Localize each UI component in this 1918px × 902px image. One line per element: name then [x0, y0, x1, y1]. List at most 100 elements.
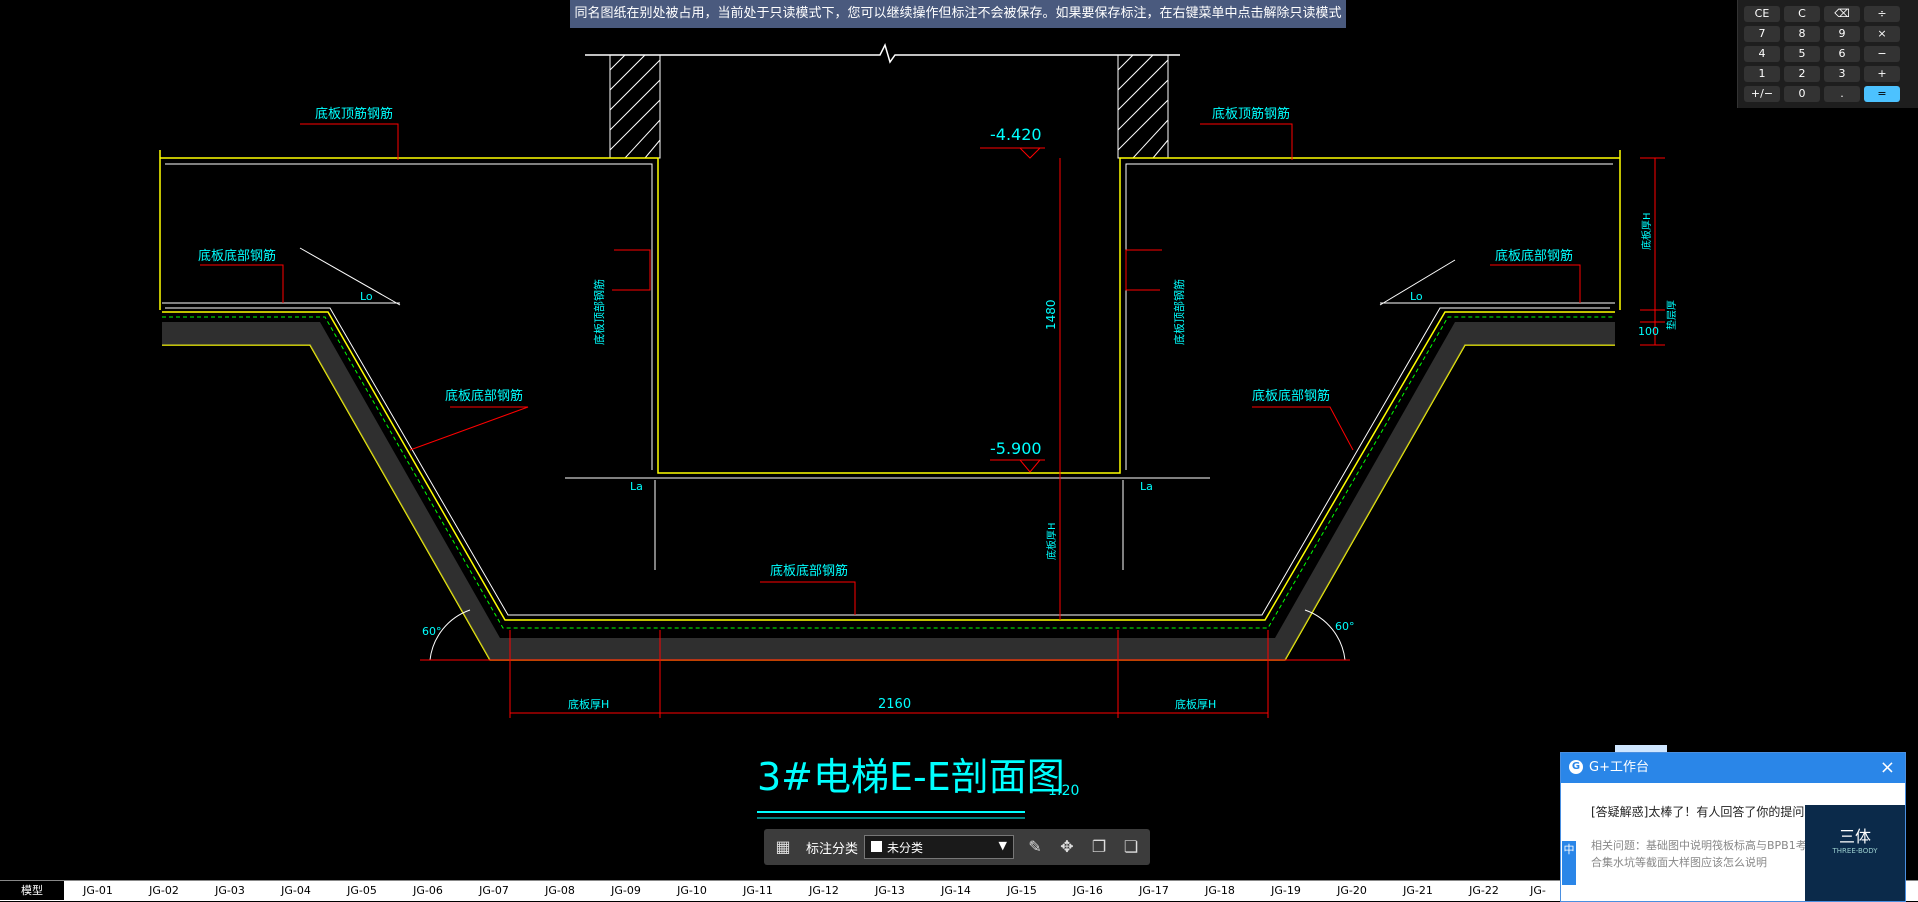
reinforcement-lines	[162, 163, 1615, 570]
gplus-popup: G G+工作台 × [答疑解惑]太棒了！有人回答了你的提问 相关问题：基础图中说…	[1560, 752, 1906, 902]
calc-key-decimal[interactable]: .	[1824, 86, 1860, 102]
calc-key-9[interactable]: 9	[1824, 26, 1860, 42]
calc-key-1[interactable]: 1	[1744, 66, 1780, 82]
calc-key-minus[interactable]: −	[1864, 46, 1900, 62]
label-la-left: La	[630, 480, 643, 493]
wall-hatch-right	[1117, 54, 1169, 159]
category-select[interactable]: 未分类 ▼	[864, 835, 1014, 859]
label-wall-right: 底板顶部钢筋	[1172, 279, 1186, 345]
label-elev-top: -4.420	[990, 125, 1042, 144]
tab-jg-14[interactable]: JG-14	[924, 881, 988, 900]
label-mid-right: 底板底部钢筋	[1495, 248, 1573, 264]
close-icon[interactable]: ×	[1880, 753, 1895, 783]
tab-jg-22[interactable]: JG-22	[1452, 881, 1516, 900]
gplus-side-tab[interactable]: 中	[1562, 841, 1576, 885]
calc-key-ce[interactable]: CE	[1744, 6, 1780, 22]
tab-jg-12[interactable]: JG-12	[792, 881, 856, 900]
label-angle-right: 60°	[1335, 620, 1355, 633]
tab-jg-01[interactable]: JG-01	[66, 881, 130, 900]
tab-jg-07[interactable]: JG-07	[462, 881, 526, 900]
tab-model[interactable]: 模型	[0, 881, 64, 900]
label-right-cushion: 垫层厚	[1665, 300, 1678, 330]
tab-jg-17[interactable]: JG-17	[1122, 881, 1186, 900]
label-slope-left: 底板底部钢筋	[445, 388, 523, 404]
tab-jg-04[interactable]: JG-04	[264, 881, 328, 900]
elev-marker-bottom	[1018, 459, 1042, 473]
checkbox-icon	[871, 841, 882, 852]
calc-key-2[interactable]: 2	[1784, 66, 1820, 82]
grid-icon[interactable]: ▦	[772, 836, 794, 858]
label-dim-h-left: 底板厚H	[568, 697, 609, 711]
chevron-down-icon: ▼	[998, 839, 1007, 852]
tab-jg-20[interactable]: JG-20	[1320, 881, 1384, 900]
tab-jg-21[interactable]: JG-21	[1386, 881, 1450, 900]
calc-key-4[interactable]: 4	[1744, 46, 1780, 62]
label-slope-right: 底板底部钢筋	[1252, 388, 1330, 404]
gplus-ad-title: 三体	[1838, 827, 1871, 846]
calc-key-6[interactable]: 6	[1824, 46, 1860, 62]
category-select-value: 未分类	[887, 841, 924, 855]
tab-jg-18[interactable]: JG-18	[1188, 881, 1252, 900]
top-break-line	[585, 42, 1180, 64]
tab-jg-10[interactable]: JG-10	[660, 881, 724, 900]
tab-jg-13[interactable]: JG-13	[858, 881, 922, 900]
gravel-cushion	[162, 322, 1615, 660]
calculator-panel: CE C ⌫ ÷ 7 8 9 × 4 5 6 − 1 2 3 + +/− 0 .…	[1737, 0, 1918, 108]
calc-key-equals[interactable]: =	[1864, 86, 1900, 102]
label-lo-left: Lo	[360, 290, 373, 303]
leader-lines	[200, 123, 1581, 615]
angle-arc-right	[1304, 609, 1346, 661]
tab-jg-15[interactable]: JG-15	[990, 881, 1054, 900]
wall-hatch-left	[609, 54, 661, 159]
gplus-message[interactable]: [答疑解惑]太棒了！有人回答了你的提问	[1591, 803, 1804, 820]
label-angle-left: 60°	[422, 625, 442, 638]
label-dim-depth: 1480	[1044, 299, 1058, 330]
tab-jg-03[interactable]: JG-03	[198, 881, 262, 900]
tab-jg-05[interactable]: JG-05	[330, 881, 394, 900]
label-elev-bottom: -5.900	[990, 439, 1042, 458]
label-la-right: La	[1140, 480, 1153, 493]
label-dim-h-right: 底板厚H	[1175, 697, 1216, 711]
gplus-title: G+工作台	[1589, 760, 1649, 775]
calc-key-multiply[interactable]: ×	[1864, 26, 1900, 42]
tab-jg-09[interactable]: JG-09	[594, 881, 658, 900]
gplus-header: G G+工作台 ×	[1561, 753, 1905, 783]
gplus-ad-banner[interactable]: 三体 THREE-BODY	[1805, 805, 1905, 901]
calc-key-negate[interactable]: +/−	[1744, 86, 1780, 102]
copy-icon[interactable]: ❐	[1088, 836, 1110, 858]
calc-key-plus[interactable]: +	[1864, 66, 1900, 82]
category-label: 标注分类	[806, 842, 859, 857]
calc-key-5[interactable]: 5	[1784, 46, 1820, 62]
tab-jg-06[interactable]: JG-06	[396, 881, 460, 900]
label-top-right: 底板顶筋钢筋	[1212, 106, 1290, 122]
gplus-related[interactable]: 相关问题：基础图中说明筏板标高与BPB1考结合集水坑等截面大样图应该怎么说明	[1591, 837, 1821, 871]
label-top-left: 底板顶筋钢筋	[315, 106, 393, 122]
label-mid-left: 底板底部钢筋	[198, 248, 276, 264]
label-right-100: 100	[1638, 325, 1659, 338]
calc-key-divide[interactable]: ÷	[1864, 6, 1900, 22]
tab-jg-02[interactable]: JG-02	[132, 881, 196, 900]
label-wall-left: 底板顶部钢筋	[592, 279, 606, 345]
gplus-ad-sub: THREE-BODY	[1832, 847, 1878, 855]
readonly-banner: 同名图纸在别处被占用，当前处于只读模式下，您可以继续操作但标注不会被保存。如果要…	[570, 0, 1346, 28]
tab-jg-more[interactable]: JG-	[1518, 881, 1558, 900]
tab-jg-11[interactable]: JG-11	[726, 881, 790, 900]
calc-key-8[interactable]: 8	[1784, 26, 1820, 42]
paste-icon[interactable]: ❏	[1120, 836, 1142, 858]
label-dim-width: 2160	[878, 697, 911, 712]
tab-jg-19[interactable]: JG-19	[1254, 881, 1318, 900]
move-icon[interactable]: ✥	[1056, 836, 1078, 858]
calc-key-7[interactable]: 7	[1744, 26, 1780, 42]
edit-icon[interactable]: ✎	[1024, 836, 1046, 858]
tab-jg-16[interactable]: JG-16	[1056, 881, 1120, 900]
calc-key-3[interactable]: 3	[1824, 66, 1860, 82]
calc-key-0[interactable]: 0	[1784, 86, 1820, 102]
label-bottom: 底板底部钢筋	[770, 563, 848, 579]
drawing-scale: 1:20	[1048, 783, 1079, 799]
calc-key-c[interactable]: C	[1784, 6, 1820, 22]
pit-outline	[162, 311, 1615, 661]
label-dim-h-vert: 底板厚H	[1045, 522, 1058, 560]
calc-key-backspace[interactable]: ⌫	[1824, 6, 1860, 22]
tab-jg-08[interactable]: JG-08	[528, 881, 592, 900]
dimension-vertical	[980, 147, 1665, 620]
